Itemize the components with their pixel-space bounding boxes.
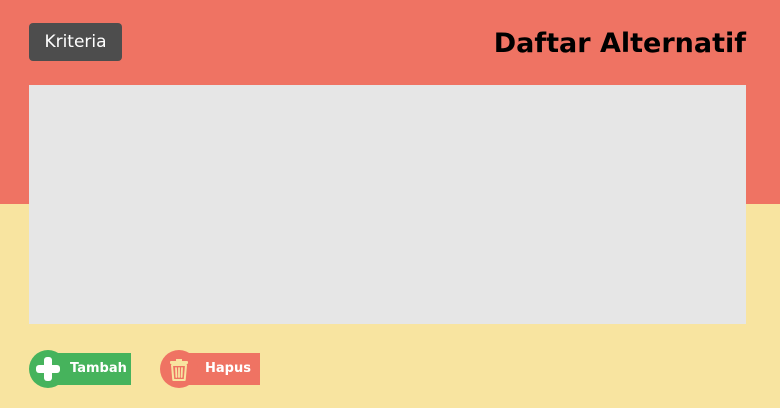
alternatives-list-panel [29,85,746,324]
trash-icon [160,350,198,388]
add-button[interactable]: Tambah [29,350,131,388]
plus-icon [29,350,67,388]
delete-button[interactable]: Hapus [160,350,260,388]
page-title: Daftar Alternatif [493,28,746,59]
kriteria-button[interactable]: Kriteria [29,23,122,61]
